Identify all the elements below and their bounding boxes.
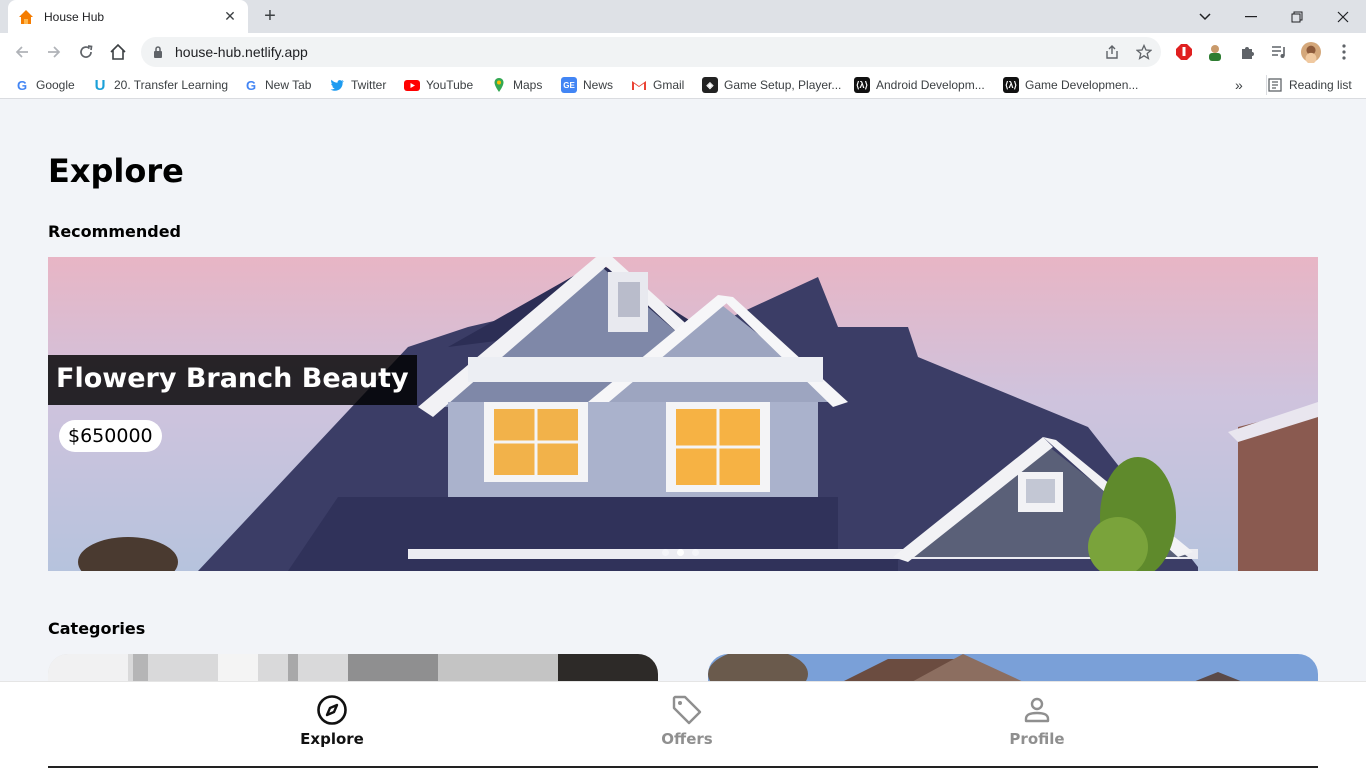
- gmail-icon: [632, 81, 646, 90]
- tag-icon: [672, 695, 702, 725]
- nav-label: Offers: [661, 730, 713, 748]
- home-button[interactable]: [104, 38, 132, 66]
- bookmark-item[interactable]: GE News: [561, 75, 613, 95]
- bookmark-label: News: [583, 78, 614, 92]
- bookmark-item[interactable]: ⟨λ⟩ Android Developm...: [854, 75, 985, 95]
- close-window-button[interactable]: [1320, 0, 1366, 33]
- tab-search-icon[interactable]: [1182, 0, 1228, 33]
- bookmark-item[interactable]: G Google: [14, 75, 75, 95]
- bookmark-star-icon[interactable]: [1132, 40, 1156, 64]
- bookmark-label: Game Setup, Player...: [724, 78, 842, 92]
- browser-tabstrip: House Hub ✕ +: [0, 0, 1366, 33]
- bookmark-label: Twitter: [351, 78, 387, 92]
- close-tab-icon[interactable]: ✕: [222, 8, 238, 25]
- nav-label: Explore: [300, 730, 364, 748]
- nav-explore[interactable]: Explore: [272, 694, 392, 748]
- bookmark-label: Gmail: [653, 78, 685, 92]
- extensions-puzzle-icon[interactable]: [1237, 42, 1257, 62]
- slider-pagination: [662, 549, 699, 556]
- categories-heading: Categories: [48, 619, 146, 638]
- compass-icon: [317, 695, 347, 725]
- bookmark-item[interactable]: ⟨λ⟩ Game Developmen...: [1003, 75, 1138, 95]
- adblock-extension-icon[interactable]: [1174, 42, 1194, 62]
- url-text: house-hub.netlify.app: [175, 44, 308, 60]
- page-content: Explore Recommended Flowery Branch Beaut…: [0, 100, 1366, 768]
- more-bookmarks-button[interactable]: »: [1235, 75, 1243, 95]
- back-button[interactable]: [8, 38, 36, 66]
- pagination-dot[interactable]: [662, 549, 669, 556]
- bookmark-item[interactable]: U 20. Transfer Learning: [92, 75, 229, 95]
- google-icon: G: [245, 77, 257, 93]
- chrome-menu-icon[interactable]: [1334, 42, 1354, 62]
- forward-arrow-icon: [48, 46, 61, 58]
- bottom-navigation: Explore Offers Profile: [0, 681, 1366, 768]
- browser-tab[interactable]: House Hub ✕: [8, 0, 248, 33]
- reading-list-icon: [1268, 78, 1282, 92]
- back-arrow-icon: [15, 46, 28, 58]
- restore-button[interactable]: [1274, 0, 1320, 33]
- address-bar[interactable]: house-hub.netlify.app: [141, 37, 1161, 67]
- bookmark-item[interactable]: G New Tab: [243, 75, 312, 95]
- reading-list-label: Reading list: [1289, 78, 1352, 92]
- nav-offers[interactable]: Offers: [627, 694, 747, 748]
- share-icon[interactable]: [1100, 40, 1124, 64]
- bookmark-label: 20. Transfer Learning: [114, 78, 229, 92]
- nav-profile[interactable]: Profile: [977, 694, 1097, 748]
- new-tab-button[interactable]: +: [258, 4, 282, 28]
- bookmark-label: Google: [36, 78, 75, 92]
- forward-button[interactable]: [40, 38, 68, 66]
- browser-toolbar: house-hub.netlify.app: [0, 33, 1366, 71]
- house-favicon-icon: [19, 9, 33, 24]
- tab-title: House Hub: [44, 9, 105, 24]
- youtube-icon: [404, 80, 420, 91]
- pagination-dot[interactable]: [692, 549, 699, 556]
- unity-icon: ◈: [702, 77, 718, 93]
- listing-price-badge: $650000: [59, 420, 162, 452]
- twitter-icon: [330, 79, 344, 91]
- bookmark-label: Maps: [513, 78, 543, 92]
- media-control-icon[interactable]: [1269, 42, 1289, 62]
- bookmark-item[interactable]: Gmail: [631, 75, 684, 95]
- maps-icon: [494, 78, 504, 92]
- bookmark-item[interactable]: YouTube: [404, 75, 473, 95]
- nav-label: Profile: [1009, 730, 1065, 748]
- bookmark-item[interactable]: ◈ Game Setup, Player...: [702, 75, 841, 95]
- profile-avatar[interactable]: [1301, 42, 1321, 63]
- reload-icon: [80, 45, 93, 58]
- google-icon: G: [16, 77, 28, 93]
- udemy-icon: U: [94, 76, 106, 94]
- double-chevron-icon: »: [1235, 77, 1243, 93]
- person-icon: [1024, 697, 1050, 723]
- avatar-extension-icon[interactable]: [1205, 42, 1225, 62]
- news-icon: GE: [561, 77, 577, 93]
- android-dev-icon: ⟨λ⟩: [854, 77, 870, 93]
- lock-icon: [154, 46, 162, 58]
- reading-list-button[interactable]: Reading list: [1266, 75, 1352, 95]
- bookmark-label: New Tab: [265, 78, 312, 92]
- house-photo: [48, 257, 1318, 571]
- minimize-button[interactable]: [1228, 0, 1274, 33]
- recommended-heading: Recommended: [48, 222, 181, 241]
- game-dev-icon: ⟨λ⟩: [1003, 77, 1019, 93]
- bookmark-item[interactable]: Twitter: [329, 75, 386, 95]
- bookmark-label: Game Developmen...: [1025, 78, 1139, 92]
- reload-button[interactable]: [72, 38, 100, 66]
- recommended-slider[interactable]: Flowery Branch Beauty $650000: [48, 257, 1318, 571]
- bookmark-item[interactable]: Maps: [491, 75, 542, 95]
- page-title: Explore: [48, 152, 184, 190]
- pagination-dot-active[interactable]: [677, 549, 684, 556]
- bookmark-label: Android Developm...: [876, 78, 985, 92]
- listing-title[interactable]: Flowery Branch Beauty: [48, 355, 417, 405]
- bookmarks-bar: G Google U 20. Transfer Learning G New T…: [0, 71, 1366, 99]
- bookmark-label: YouTube: [426, 78, 474, 92]
- home-icon: [110, 43, 126, 60]
